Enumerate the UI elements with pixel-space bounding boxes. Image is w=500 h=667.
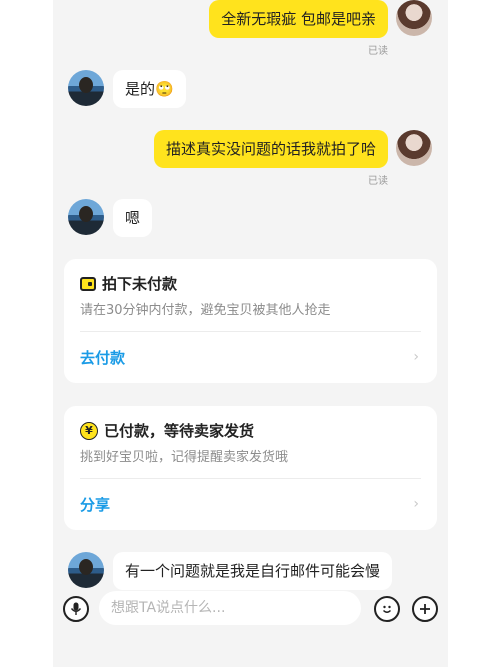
yen-icon: ¥: [80, 421, 98, 440]
avatar[interactable]: [68, 199, 104, 235]
read-status: 已读: [368, 176, 388, 187]
message-bubble[interactable]: 有一个问题就是我是自行邮件可能会慢: [113, 552, 393, 590]
avatar[interactable]: [68, 552, 104, 588]
read-status: 已读: [368, 46, 388, 57]
card-title: 拍下未付款: [102, 275, 178, 293]
chevron-right-icon[interactable]: ›: [413, 496, 419, 512]
avatar[interactable]: [68, 70, 104, 106]
avatar[interactable]: [396, 130, 432, 166]
emoji-icon[interactable]: [374, 596, 400, 622]
divider: [80, 478, 421, 479]
chat-screen: 全新无瑕疵 包邮是吧亲 已读 是的🙄 描述真实没问题的话我就拍了哈 已读 嗯 拍…: [53, 0, 448, 667]
wallet-icon: [80, 276, 96, 291]
message-bubble[interactable]: 全新无瑕疵 包邮是吧亲: [209, 0, 388, 38]
message-bubble[interactable]: 是的🙄: [113, 70, 186, 108]
input-bar: 想跟TA说点什么...: [53, 588, 448, 630]
eye-roll-emoji-icon: 🙄: [155, 80, 174, 98]
plus-icon[interactable]: [412, 596, 438, 622]
order-status-card-unpaid: 拍下未付款 请在30分钟内付款，避免宝贝被其他人抢走 去付款 ›: [64, 259, 437, 383]
card-subtitle: 请在30分钟内付款，避免宝贝被其他人抢走: [80, 303, 331, 318]
message-bubble[interactable]: 嗯: [113, 199, 153, 237]
message-text: 是的: [125, 80, 156, 98]
share-button[interactable]: 分享: [80, 494, 110, 515]
order-status-card-paid: ¥ 已付款，等待卖家发货 挑到好宝贝啦，记得提醒卖家发货哦 分享 ›: [64, 406, 437, 530]
message-bubble[interactable]: 描述真实没问题的话我就拍了哈: [153, 130, 388, 168]
divider: [80, 331, 421, 332]
message-input[interactable]: 想跟TA说点什么...: [99, 591, 361, 625]
pay-button[interactable]: 去付款: [80, 347, 125, 368]
chevron-right-icon[interactable]: ›: [413, 349, 419, 365]
microphone-icon[interactable]: [63, 596, 89, 622]
card-title: 已付款，等待卖家发货: [104, 422, 255, 440]
card-subtitle: 挑到好宝贝啦，记得提醒卖家发货哦: [80, 450, 289, 465]
avatar[interactable]: [396, 0, 432, 36]
